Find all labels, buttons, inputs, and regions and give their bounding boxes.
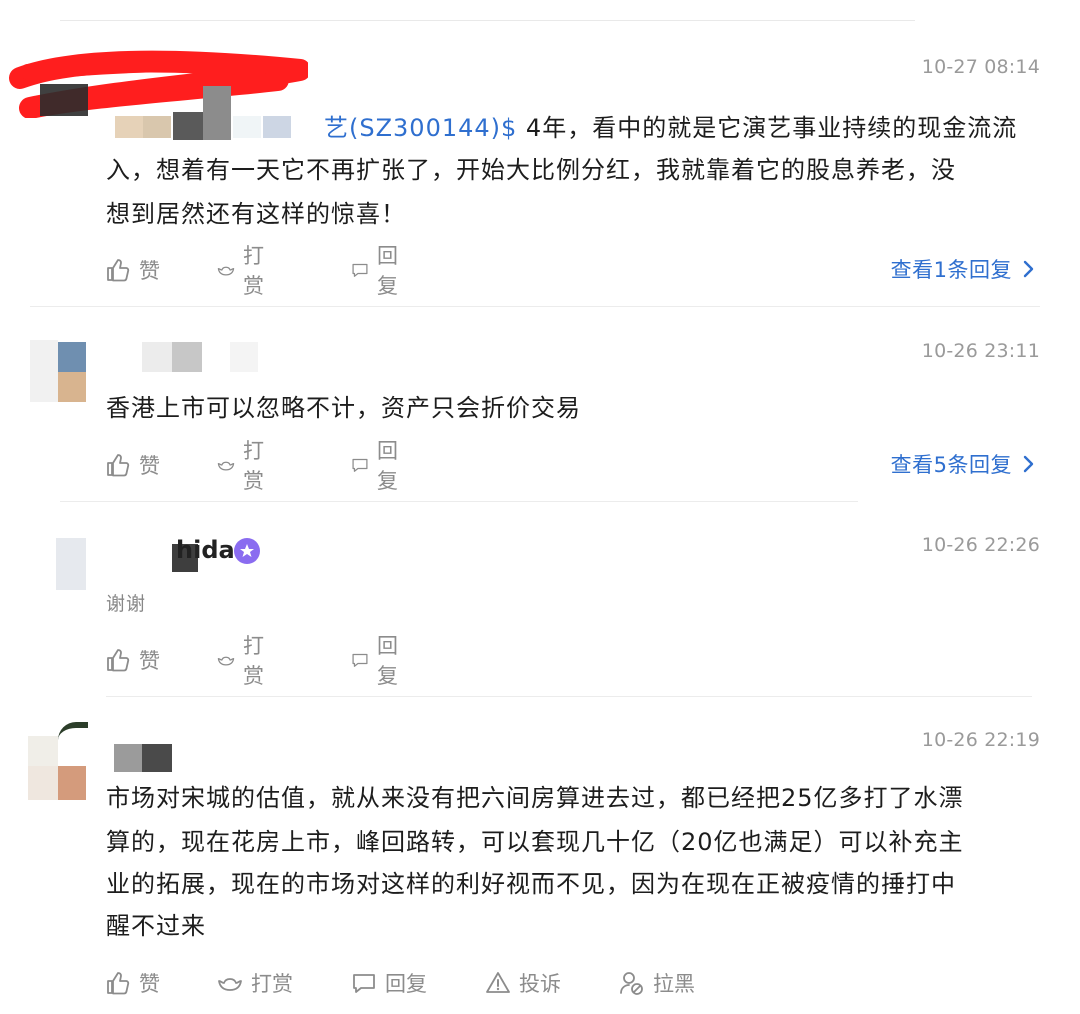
- comment-text-head: 4年，看中的就是它演艺事业持续的现金流流: [517, 114, 1018, 142]
- reply-label: 回复: [376, 634, 398, 688]
- comment-text-line: 业的拓展，现在的市场对这样的利好视而不见，因为在现在正被疫情的捶打中: [106, 870, 956, 898]
- thumbs-up-icon: [107, 972, 130, 995]
- reply-label: 回复: [376, 244, 398, 298]
- block-button[interactable]: 拉黑: [619, 968, 695, 998]
- comment-text-line: 市场对宋城的估值，就从来没有把六间房算进去过，都已经把25亿多打了水漂: [106, 784, 964, 812]
- comment-text: 艺(SZ300144)$ 4年，看中的就是它演艺事业持续的现金流流: [324, 108, 1044, 148]
- comment-time: 10-26 22:26: [921, 534, 1040, 556]
- view-replies-link[interactable]: 查看1条回复: [891, 254, 1036, 284]
- avatar[interactable]: [56, 538, 90, 590]
- like-button[interactable]: 赞: [105, 450, 160, 480]
- ingot-icon: [217, 461, 235, 471]
- reply-button[interactable]: 回复: [351, 968, 427, 998]
- comment-icon: [352, 653, 368, 667]
- reply-button[interactable]: 回复: [351, 439, 406, 493]
- tip-button[interactable]: 打赏: [217, 244, 272, 298]
- reply-button[interactable]: 回复: [351, 244, 406, 298]
- view-replies-label: 查看1条回复: [890, 258, 1012, 282]
- reply-label: 回复: [376, 439, 398, 493]
- comment-text-line: 想到居然还有这样的惊喜！: [106, 200, 406, 228]
- verified-badge-icon: [234, 538, 260, 564]
- reply-label: 回复: [385, 972, 427, 996]
- like-label: 赞: [139, 259, 160, 283]
- view-replies-label: 查看5条回复: [890, 453, 1012, 477]
- username-redacted: [114, 744, 174, 774]
- view-replies-link[interactable]: 查看5条回复: [891, 449, 1036, 479]
- like-label: 赞: [139, 649, 160, 673]
- like-button[interactable]: 赞: [105, 645, 160, 675]
- report-button[interactable]: 投诉: [485, 968, 561, 998]
- comment-text: 香港上市可以忽略不计，资产只会折价交易: [106, 394, 581, 422]
- comment-icon: [353, 974, 375, 993]
- username[interactable]: hida: [176, 536, 235, 564]
- comment-icon: [352, 263, 368, 277]
- tip-label: 打赏: [242, 244, 264, 298]
- chevron-right-icon: [1023, 455, 1034, 473]
- chevron-right-icon: [1023, 260, 1034, 278]
- report-label: 投诉: [519, 972, 561, 996]
- comment-divider: [30, 306, 1040, 307]
- tip-button[interactable]: 打赏: [217, 968, 293, 998]
- comment-divider: [106, 696, 1032, 697]
- like-button[interactable]: 赞: [105, 255, 160, 285]
- thumbs-up-icon: [107, 649, 130, 672]
- comment-time: 10-26 23:11: [921, 340, 1040, 362]
- top-divider: [60, 20, 915, 21]
- tip-label: 打赏: [242, 634, 264, 688]
- username-redacted: [115, 86, 325, 140]
- comment-text: 谢谢: [106, 593, 147, 615]
- like-label: 赞: [139, 972, 160, 996]
- reply-button[interactable]: 回复: [351, 634, 406, 688]
- comment-text-line: 醒不过来: [106, 912, 206, 940]
- ingot-icon: [217, 266, 235, 276]
- like-label: 赞: [139, 454, 160, 478]
- comment-icon: [352, 458, 368, 472]
- block-user-icon: [620, 972, 643, 995]
- username-redacted: [142, 342, 262, 372]
- tip-button[interactable]: 打赏: [217, 439, 272, 493]
- avatar[interactable]: [28, 722, 90, 802]
- comment-text-line: 入，想着有一天它不再扩张了，开始大比例分红，我就靠着它的股息养老，没: [106, 156, 956, 184]
- block-label: 拉黑: [653, 972, 695, 996]
- action-bar: 赞 打赏 回复 投诉 拉黑: [105, 968, 745, 998]
- comment-time: 10-26 22:19: [921, 729, 1040, 751]
- ingot-icon: [218, 978, 242, 991]
- stock-tag-link[interactable]: 艺(SZ300144)$: [324, 114, 517, 142]
- avatar[interactable]: [40, 84, 88, 116]
- ingot-icon: [217, 656, 235, 666]
- thumbs-up-icon: [107, 454, 130, 477]
- tip-label: 打赏: [251, 972, 293, 996]
- like-button[interactable]: 赞: [105, 968, 160, 998]
- warning-icon: [486, 972, 510, 993]
- tip-button[interactable]: 打赏: [217, 634, 272, 688]
- comment-text-line: 算的，现在花房上市，峰回路转，可以套现几十亿（20亿也满足）可以补充主: [106, 828, 964, 856]
- avatar[interactable]: [30, 334, 88, 404]
- comment-divider: [60, 501, 858, 502]
- comment-time: 10-27 08:14: [921, 56, 1040, 78]
- thumbs-up-icon: [107, 259, 130, 282]
- tip-label: 打赏: [242, 439, 264, 493]
